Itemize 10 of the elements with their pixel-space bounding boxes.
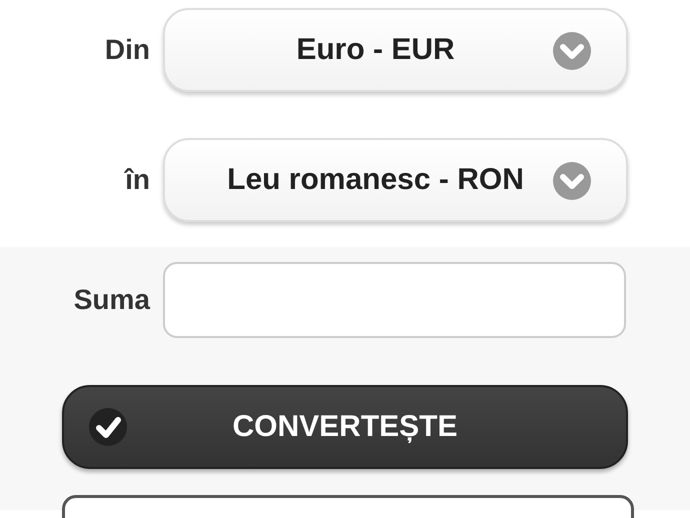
field-label: Suma xyxy=(72,284,150,316)
field-label: în xyxy=(123,164,150,196)
currency-select[interactable]: Leu romanesc - RON xyxy=(163,138,628,222)
chevron-down-icon xyxy=(552,161,592,201)
currency-select[interactable]: Euro - EUR xyxy=(163,8,628,92)
field-label: Din xyxy=(104,34,150,66)
amount-field[interactable] xyxy=(163,262,626,338)
check-icon xyxy=(88,407,128,447)
convert-button[interactable]: CONVERTEȘTE xyxy=(62,385,628,469)
chevron-down-icon xyxy=(552,31,592,71)
